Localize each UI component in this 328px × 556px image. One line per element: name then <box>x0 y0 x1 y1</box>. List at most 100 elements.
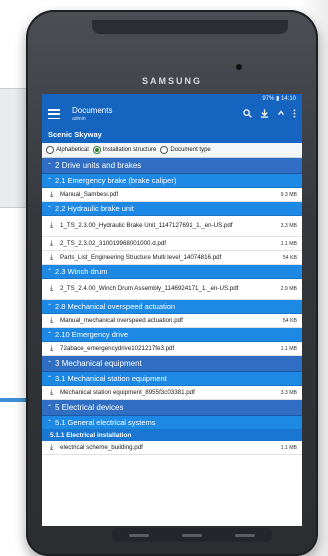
document-size: 54 KB <box>282 254 297 261</box>
sort-radio-installation-structure[interactable]: Installation structure <box>92 146 157 154</box>
section-header-h1[interactable]: ⌃ 2 Drive units and brakes <box>42 158 302 174</box>
more-vert-icon[interactable] <box>293 108 296 120</box>
section-header-h2[interactable]: ⌃ 2.10 Emergency drive <box>42 328 302 342</box>
tablet-device: SAMSUNG 97% ▮ 14:10 Documents admin Scen… <box>26 10 318 556</box>
hardware-keys <box>112 528 272 542</box>
document-name: Mechanical station equipment_8955f3c0338… <box>60 388 195 396</box>
document-row[interactable]: ⤓ 1_TS_2.3.00_Hydraulic Brake Unit_114712… <box>42 216 302 237</box>
collapse-chevron-icon[interactable]: ⌃ <box>47 331 52 338</box>
section-header-h2[interactable]: ⌃ 2.1 Emergency brake (brake caliper) <box>42 174 302 188</box>
collapse-chevron-icon[interactable]: ⌃ <box>47 375 52 382</box>
status-bar: 97% ▮ 14:10 <box>42 94 302 102</box>
document-name: Parts_List_Engineering Structure Multi l… <box>60 253 222 261</box>
section-label: 2.1 Emergency brake (brake caliper) <box>55 176 177 185</box>
section-label: 2 Drive units and brakes <box>55 161 142 170</box>
document-row[interactable]: ⤓ electrical scheme_building.pdf 1.1 MB <box>42 441 302 455</box>
section-header-h2[interactable]: ⌃ 2.2 Hydraulic brake unit <box>42 202 302 216</box>
section-label: 3.1 Mechanical station equipment <box>55 374 167 383</box>
radio-icon <box>160 146 169 154</box>
sort-radio-alphabetical[interactable]: Alphabetical <box>46 146 89 154</box>
sort-label: Document type <box>170 147 211 153</box>
download-icon[interactable]: ⤓ <box>47 317 56 325</box>
collapse-chevron-icon[interactable]: ⌃ <box>47 177 52 184</box>
collapse-chevron-icon[interactable]: ⌃ <box>47 162 52 169</box>
section-label: 2.8 Mechanical overspeed actuation <box>55 302 176 311</box>
download-icon[interactable] <box>260 108 269 120</box>
download-icon[interactable]: ⤓ <box>47 345 56 353</box>
collapse-chevron-icon[interactable]: ⌃ <box>47 360 52 367</box>
download-icon[interactable]: ⤓ <box>47 222 56 230</box>
collapse-chevron-icon[interactable]: ⌃ <box>47 303 52 310</box>
document-row[interactable]: ⤓ Mechanical station equipment_8955f3c033… <box>42 386 302 400</box>
document-name: Manual_Sambesi.pdf <box>60 190 119 198</box>
document-size: 2.9 MB <box>280 286 297 292</box>
recent-apps-key[interactable] <box>128 533 149 537</box>
document-tree: ⌃ 2 Drive units and brakes ⌃ 2.1 Emergency … <box>42 158 302 455</box>
document-row[interactable]: ⤓ 2_TS_2.3.02_310019968001000.d.pdf 1.1 MB <box>42 237 302 251</box>
section-header-h3[interactable]: 5.1.1 Electrical installation <box>42 430 302 441</box>
section-label: 5.1 General electrical systems <box>55 418 156 427</box>
section-header-h2[interactable]: ⌃ 2.8 Mechanical overspeed actuation <box>42 300 302 314</box>
document-size: 1.1 MB <box>280 345 297 352</box>
app-title: Documents <box>72 105 113 115</box>
section-header-h1[interactable]: ⌃ 5 Electrical devices <box>42 400 302 416</box>
download-icon[interactable]: ⤓ <box>47 285 56 293</box>
radio-icon <box>46 146 54 154</box>
sort-label: Alphabetical <box>56 147 89 153</box>
brand-logo: SAMSUNG <box>141 76 202 86</box>
download-icon[interactable]: ⤓ <box>47 240 56 248</box>
section-header-h2[interactable]: ⌃ 5.1 General electrical systems <box>42 416 302 430</box>
home-key[interactable] <box>181 533 202 537</box>
section-label: 2.3 Winch drum <box>55 267 108 276</box>
section-label: 2.2 Hydraulic brake unit <box>55 204 134 213</box>
document-size: 1.1 MB <box>280 444 297 451</box>
front-camera <box>236 64 242 70</box>
app-actions <box>243 108 296 120</box>
collapse-chevron-icon[interactable]: ⌃ <box>47 419 52 426</box>
tablet-screen: 97% ▮ 14:10 Documents admin Scenic Skywa… <box>42 94 302 526</box>
download-icon[interactable]: ⤓ <box>47 254 56 262</box>
collapse-chevron-icon[interactable]: ⌃ <box>47 268 52 275</box>
document-name: 72abace_emergencydrive1021217fe3.pdf <box>60 344 175 352</box>
document-row[interactable]: ⤓ Manual_Sambesi.pdf 9.3 MB <box>42 188 302 202</box>
document-size: 1.1 MB <box>280 240 297 247</box>
collapse-chevron-icon[interactable]: ⌃ <box>47 404 52 411</box>
search-icon[interactable] <box>243 108 252 120</box>
download-icon[interactable]: ⤓ <box>47 389 56 397</box>
section-label: 2.10 Emergency drive <box>55 330 128 339</box>
document-row[interactable]: ⤓ 72abace_emergencydrive1021217fe3.pdf 1.1… <box>42 342 302 356</box>
download-icon[interactable]: ⤓ <box>47 444 56 452</box>
sort-radio-document-type[interactable]: Document type <box>160 146 211 154</box>
document-name: 2_TS_2.3.02_310019968001000.d.pdf <box>60 239 166 247</box>
document-size: 3.3 MB <box>280 223 297 229</box>
document-size: 3.3 MB <box>280 389 297 396</box>
document-name: electrical scheme_building.pdf <box>60 443 143 451</box>
section-header-h2[interactable]: ⌃ 3.1 Mechanical station equipment <box>42 372 302 386</box>
document-name: 2_TS_2.4.00_Winch Drum Assembly_11469241… <box>60 285 239 293</box>
section-header-h2[interactable]: ⌃ 2.3 Winch drum <box>42 265 302 279</box>
sort-options: Alphabetical Installation structure Docu… <box>42 143 302 158</box>
tablet-bumper <box>92 20 288 34</box>
document-size: 9.3 MB <box>280 191 297 198</box>
section-label: 3 Mechanical equipment <box>55 359 142 368</box>
app-bar: Documents admin <box>42 102 302 126</box>
sort-label: Installation structure <box>102 147 157 153</box>
menu-icon[interactable] <box>48 109 60 119</box>
back-key[interactable] <box>235 533 256 537</box>
status-text: 97% ▮ 14:10 <box>262 95 296 102</box>
chevron-up-icon[interactable] <box>277 109 285 119</box>
document-row[interactable]: ⤓ 2_TS_2.4.00_Winch Drum Assembly_1146924… <box>42 279 302 300</box>
section-label: 5 Electrical devices <box>55 403 124 412</box>
document-name: Manual_mechanical overspeed actuation.pd… <box>60 316 183 324</box>
document-row[interactable]: ⤓ Manual_mechanical overspeed actuation.p… <box>42 314 302 328</box>
project-name: Scenic Skyway <box>42 126 302 143</box>
section-header-h1[interactable]: ⌃ 3 Mechanical equipment <box>42 356 302 372</box>
document-name: 1_TS_2.3.00_Hydraulic Brake Unit_1147127… <box>60 222 233 230</box>
collapse-chevron-icon[interactable]: ⌃ <box>47 205 52 212</box>
section-label: 5.1.1 Electrical installation <box>50 432 132 439</box>
radio-checked-icon <box>92 146 101 154</box>
app-subtitle: admin <box>72 115 86 122</box>
document-row[interactable]: ⤓ Parts_List_Engineering Structure Multi … <box>42 251 302 265</box>
app-title-block: Documents admin <box>72 105 113 122</box>
download-icon[interactable]: ⤓ <box>47 191 56 199</box>
